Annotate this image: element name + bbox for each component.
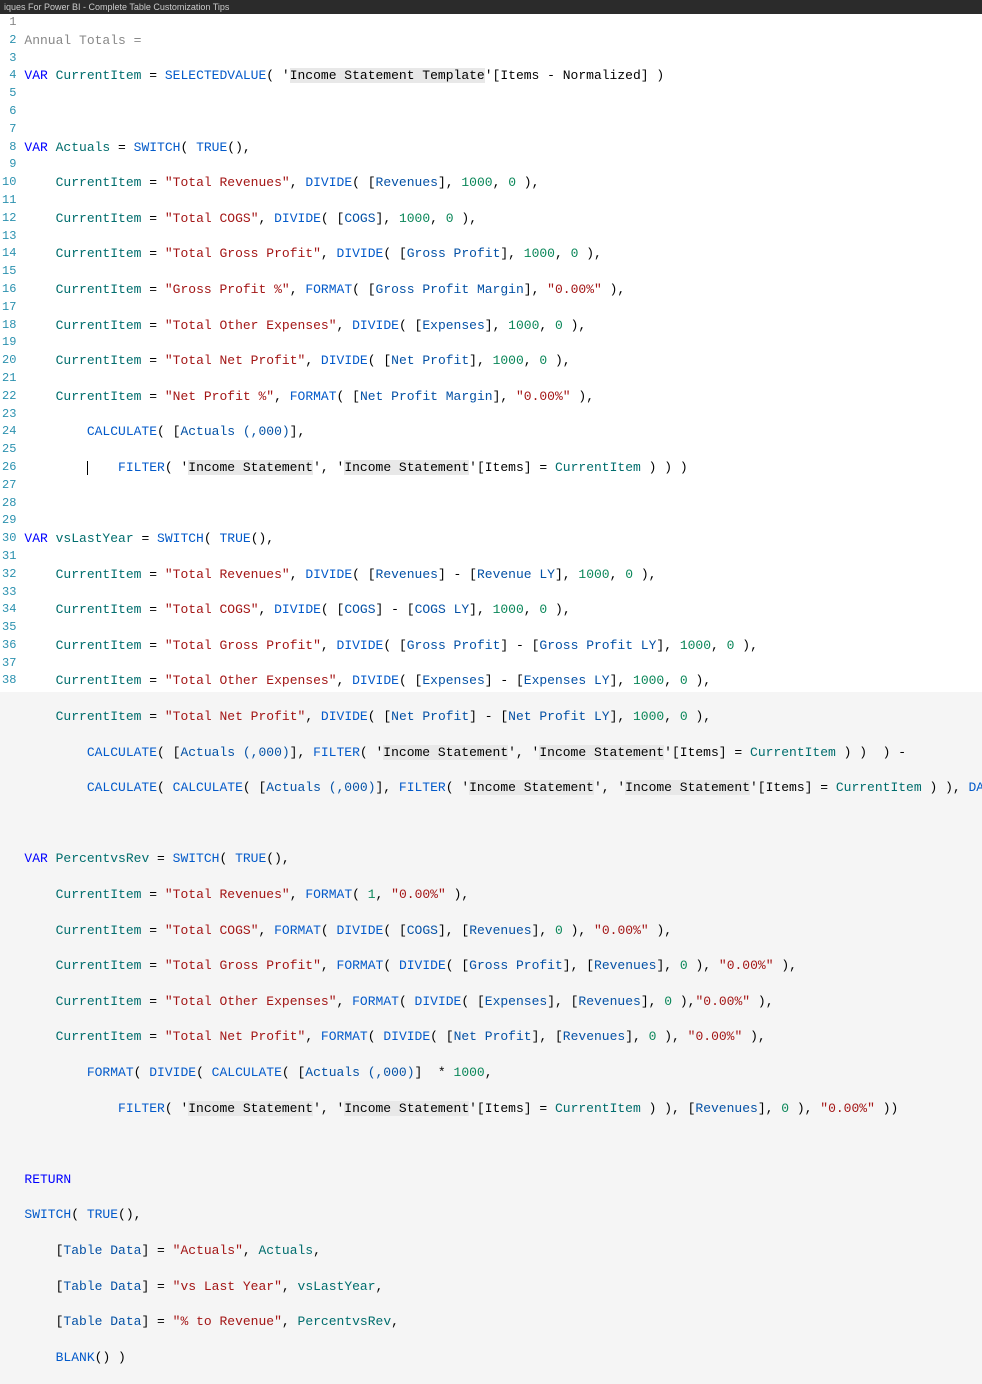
window-title-bar: iques For Power BI - Complete Table Cust… — [0, 0, 982, 14]
window-title: iques For Power BI - Complete Table Cust… — [4, 2, 229, 12]
code-line[interactable] — [24, 1135, 982, 1153]
code-line[interactable]: CurrentItem = "Total Gross Profit", DIVI… — [24, 245, 982, 263]
code-line[interactable] — [24, 103, 982, 121]
code-line[interactable]: VAR Actuals = SWITCH( TRUE(), — [24, 139, 982, 157]
dax-editor[interactable]: 1 2 3 4 5 6 7 8 9 10 11 12 13 14 15 16 1… — [0, 14, 982, 692]
code-line[interactable]: [Table Data] = "Actuals", Actuals, — [24, 1242, 982, 1260]
code-line[interactable]: CALCULATE( CALCULATE( [Actuals (,000)], … — [24, 779, 982, 797]
code-line[interactable]: CurrentItem = "Total Revenues", FORMAT( … — [24, 886, 982, 904]
code-line[interactable]: Annual Totals = — [24, 32, 982, 50]
code-line[interactable]: CurrentItem = "Total Other Expenses", DI… — [24, 317, 982, 335]
code-line[interactable]: CurrentItem = "Total COGS", FORMAT( DIVI… — [24, 922, 982, 940]
code-line[interactable]: CurrentItem = "Total Revenues", DIVIDE( … — [24, 566, 982, 584]
code-line[interactable]: CurrentItem = "Total Net Profit", FORMAT… — [24, 1028, 982, 1046]
code-line[interactable]: VAR vsLastYear = SWITCH( TRUE(), — [24, 530, 982, 548]
code-area[interactable]: Annual Totals = VAR CurrentItem = SELECT… — [22, 14, 982, 692]
code-line[interactable]: FILTER( 'Income Statement', 'Income Stat… — [24, 459, 982, 477]
code-line[interactable]: CurrentItem = "Total Net Profit", DIVIDE… — [24, 352, 982, 370]
code-line[interactable]: CALCULATE( [Actuals (,000)], — [24, 423, 982, 441]
text-cursor — [87, 461, 88, 475]
code-line[interactable] — [24, 495, 982, 513]
code-line[interactable]: [Table Data] = "% to Revenue", Percentvs… — [24, 1313, 982, 1331]
line-number-gutter: 1 2 3 4 5 6 7 8 9 10 11 12 13 14 15 16 1… — [0, 14, 22, 692]
code-line[interactable]: CurrentItem = "Total Other Expenses", FO… — [24, 993, 982, 1011]
code-line[interactable]: VAR PercentvsRev = SWITCH( TRUE(), — [24, 850, 982, 868]
code-line[interactable]: CurrentItem = "Total Net Profit", DIVIDE… — [24, 708, 982, 726]
code-line[interactable]: CurrentItem = "Total Revenues", DIVIDE( … — [24, 174, 982, 192]
code-line[interactable]: VAR CurrentItem = SELECTEDVALUE( 'Income… — [24, 67, 982, 85]
code-line[interactable]: CurrentItem = "Total COGS", DIVIDE( [COG… — [24, 210, 982, 228]
code-line[interactable]: SWITCH( TRUE(), — [24, 1206, 982, 1224]
code-line[interactable]: CurrentItem = "Total Gross Profit", DIVI… — [24, 637, 982, 655]
code-line[interactable]: FILTER( 'Income Statement', 'Income Stat… — [24, 1100, 982, 1118]
code-line[interactable]: CurrentItem = "Total COGS", DIVIDE( [COG… — [24, 601, 982, 619]
code-line[interactable]: CurrentItem = "Gross Profit %", FORMAT( … — [24, 281, 982, 299]
code-line[interactable]: BLANK() ) — [24, 1349, 982, 1367]
code-line[interactable] — [24, 815, 982, 833]
code-line[interactable]: CurrentItem = "Total Gross Profit", FORM… — [24, 957, 982, 975]
code-line[interactable]: RETURN — [24, 1171, 982, 1189]
code-line[interactable]: CurrentItem = "Net Profit %", FORMAT( [N… — [24, 388, 982, 406]
code-line[interactable]: CALCULATE( [Actuals (,000)], FILTER( 'In… — [24, 744, 982, 762]
code-line[interactable]: FORMAT( DIVIDE( CALCULATE( [Actuals (,00… — [24, 1064, 982, 1082]
code-line[interactable]: [Table Data] = "vs Last Year", vsLastYea… — [24, 1278, 982, 1296]
code-line[interactable]: CurrentItem = "Total Other Expenses", DI… — [24, 672, 982, 690]
